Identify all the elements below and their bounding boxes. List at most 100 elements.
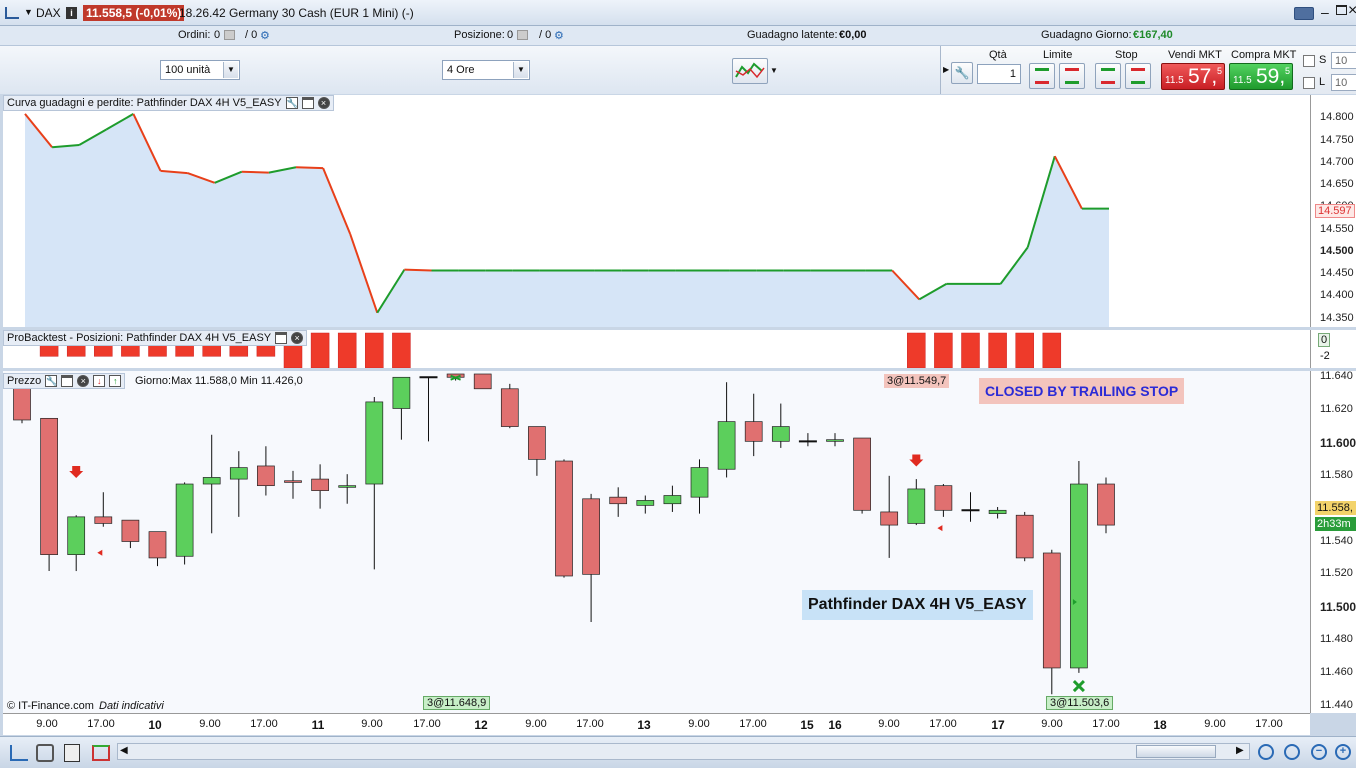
equity-segment (241, 170, 269, 174)
instrument-name[interactable]: DAX (36, 6, 61, 20)
price-panel-header: Prezzo 🔧 × ↓ ↑ (3, 373, 126, 389)
chevron-down-icon[interactable]: ▼ (770, 66, 778, 75)
info-icon[interactable]: i (66, 7, 77, 19)
app-logo-icon (5, 7, 19, 19)
positions-y-axis: 0 -2 (1310, 330, 1356, 368)
close-button[interactable]: × (1348, 2, 1356, 20)
limit-label: Limite (1043, 49, 1073, 61)
zoom-out-icon[interactable]: − (1311, 744, 1327, 760)
price-tick: 11.620 (1320, 403, 1353, 416)
take-profit-input[interactable]: 10 (1331, 74, 1356, 91)
sell-mkt-button[interactable]: 11.5 57, 5 (1161, 63, 1225, 90)
time-axis-hour-label: 9.00 (878, 718, 900, 730)
calculator-icon[interactable] (64, 744, 80, 762)
equity-segment (295, 166, 324, 170)
candle-body (826, 439, 844, 442)
chart-tools-icon[interactable] (10, 745, 28, 761)
window-icon[interactable] (275, 332, 288, 344)
horizontal-scrollbar[interactable]: ◀ ▶ (117, 743, 1250, 760)
portfolio-icon[interactable] (92, 745, 110, 761)
buy-mkt-button[interactable]: 11.5 59, 5 (1229, 63, 1293, 90)
candle-body (609, 496, 628, 505)
equity-tick: 14.800 (1320, 111, 1354, 124)
title-bar: ▼ DAX i 11.558,5 (-0,01%) 18.26.42 Germa… (0, 0, 1356, 26)
limit-buy-icon (1035, 68, 1049, 84)
take-profit-checkbox[interactable] (1303, 77, 1315, 89)
stop-buy-button[interactable] (1095, 63, 1121, 89)
time-axis-hour-label: 17.00 (1092, 718, 1120, 730)
stop-loss-checkbox[interactable] (1303, 55, 1315, 67)
wrench-icon[interactable]: 🔧 (285, 97, 298, 109)
trade-label-sell: 3@11.549,7 (884, 374, 950, 388)
units-select[interactable]: 100 unità ▼ (160, 60, 240, 80)
orders-settings-icon[interactable]: ⚙ (260, 29, 274, 42)
chart-type-button[interactable] (732, 58, 768, 84)
wrench-icon[interactable]: 🔧 (45, 375, 57, 387)
close-icon[interactable]: × (291, 332, 304, 344)
positions-panel-header: ProBacktest - Posizioni: Pathfinder DAX … (3, 330, 308, 346)
candle-body (338, 485, 357, 488)
order-settings-button[interactable]: 🔧 (951, 62, 973, 84)
stop-buy-icon (1101, 68, 1115, 84)
qty-input[interactable]: 1 (977, 64, 1021, 84)
orders-label: Ordini: (178, 29, 211, 41)
close-icon[interactable]: × (317, 97, 330, 109)
window-icon[interactable] (301, 97, 314, 109)
position-bar (310, 332, 330, 368)
candle-body (311, 478, 329, 491)
keyboard-icon[interactable] (1294, 7, 1314, 20)
orders-total: / 0 (245, 29, 258, 41)
time-axis-day-label: 15 (800, 718, 814, 732)
candle-body (988, 509, 1007, 514)
indicators-icon[interactable] (36, 744, 54, 762)
countdown-label: 2h33m (1315, 517, 1356, 531)
time-axis-hour-label: 9.00 (36, 718, 58, 730)
limit-sell-icon (1065, 68, 1079, 84)
candle-body (175, 483, 194, 557)
close-icon[interactable]: × (77, 375, 90, 387)
candle-body (1015, 514, 1034, 559)
limit-sell-button[interactable] (1059, 63, 1085, 89)
candle-body (771, 426, 790, 442)
collapse-arrow-icon[interactable]: ▶ (943, 65, 949, 74)
sell-price-small: 11.5 (1165, 75, 1184, 86)
scroll-right-arrow[interactable]: ▶ (1236, 745, 1244, 756)
time-axis-hour-label: 17.00 (929, 718, 957, 730)
buy-price-sup: 5 (1285, 66, 1291, 76)
time-axis-hour-label: 9.00 (1041, 718, 1063, 730)
price-panel: Prezzo 🔧 × ↓ ↑ Giorno:Max 11.588,0 Min 1… (3, 371, 1310, 713)
chevron-down-icon[interactable]: ▼ (24, 7, 33, 17)
buy-mkt-label: Compra MKT (1231, 49, 1297, 61)
stop-sell-button[interactable] (1125, 63, 1151, 89)
equity-panel-title: Curva guadagni e perdite: Pathfinder DAX… (7, 97, 282, 109)
zoom-in-icon[interactable]: + (1335, 744, 1351, 760)
time-axis-hour-label: 17.00 (250, 718, 278, 730)
order-panel: ▶ 🔧 Qtà 1 Limite Stop Vendi MKT 11.5 57,… (940, 46, 1356, 94)
price-tick: 11.540 (1320, 534, 1353, 547)
stop-loss-input[interactable]: 10 (1331, 52, 1356, 69)
arrow-up-icon[interactable]: ↑ (109, 375, 122, 387)
zoom-fit-icon[interactable] (1258, 744, 1274, 760)
limit-buy-button[interactable] (1029, 63, 1055, 89)
scroll-left-arrow[interactable]: ◀ (120, 745, 128, 756)
maximize-button[interactable] (1336, 5, 1347, 15)
zoom-select-icon[interactable] (1284, 744, 1300, 760)
scroll-thumb[interactable] (1136, 745, 1216, 758)
candle-body (1042, 552, 1061, 669)
orders-value: 0 (214, 29, 221, 41)
time-axis-hour-label: 9.00 (1204, 718, 1226, 730)
position-settings-icon[interactable]: ⚙ (554, 29, 564, 42)
window-icon[interactable] (61, 375, 74, 387)
minimize-button[interactable]: – (1321, 4, 1329, 20)
candle-body (880, 511, 899, 526)
sell-price-sup: 5 (1217, 66, 1223, 76)
arrow-down-icon[interactable]: ↓ (93, 375, 106, 387)
candle-body (636, 500, 655, 506)
cancel-orders-icon[interactable] (224, 30, 235, 40)
close-position-icon[interactable] (517, 30, 528, 40)
candle-body (257, 465, 275, 487)
time-axis-hour-label: 9.00 (688, 718, 710, 730)
stop-loss-label: S (1319, 54, 1327, 66)
latent-gain-value: €0,00 (839, 29, 867, 41)
timeframe-select[interactable]: 4 Ore ▼ (442, 60, 530, 80)
